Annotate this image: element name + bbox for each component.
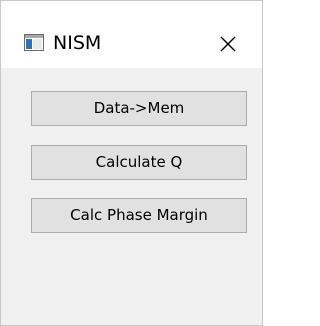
close-button[interactable]	[215, 31, 241, 57]
data-to-mem-button[interactable]: Data->Mem	[31, 91, 247, 126]
calc-phase-margin-button[interactable]: Calc Phase Margin	[31, 198, 247, 233]
app-window: NISM Data->Mem Calculate Q Calc Phase Ma…	[0, 0, 263, 326]
close-icon	[220, 36, 236, 52]
title-bar[interactable]: NISM	[1, 1, 262, 68]
calculate-q-button[interactable]: Calculate Q	[31, 145, 247, 180]
window-app-icon	[24, 34, 44, 51]
window-title: NISM	[53, 32, 102, 54]
